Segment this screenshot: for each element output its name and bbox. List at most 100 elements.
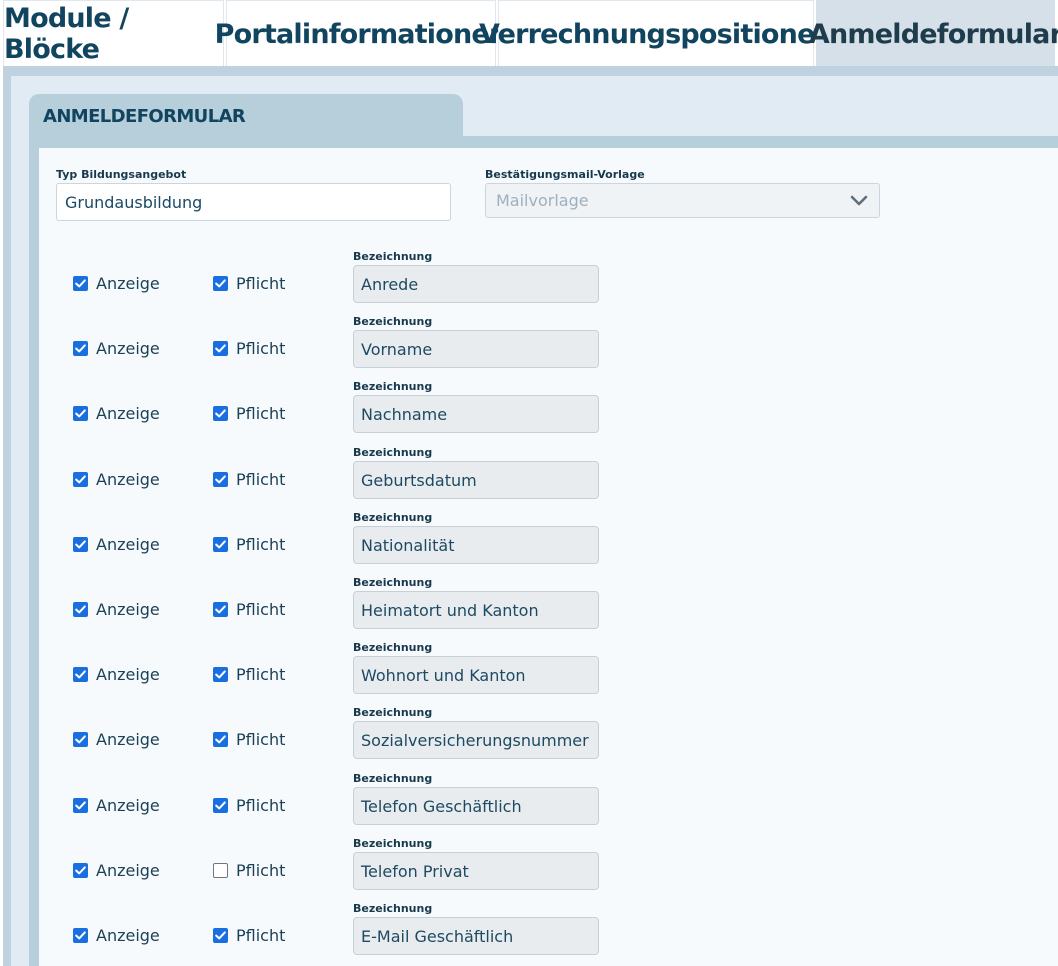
pflicht-label: Pflicht <box>236 535 286 554</box>
pflicht-checkbox-group[interactable]: Pflicht <box>213 535 285 554</box>
field-list: Anzeige Pflicht Bezeichnung Anrede Anzeige Pf… <box>0 250 620 966</box>
anzeige-label: Anzeige <box>96 730 160 749</box>
field-row: Anzeige Pflicht Bezeichnung Telefon Geschäf… <box>0 772 620 832</box>
bezeichnung-input[interactable]: Telefon Geschäftlich <box>353 787 599 825</box>
pflicht-checkbox-group[interactable]: Pflicht <box>213 796 285 815</box>
anzeige-checkbox-group[interactable]: Anzeige <box>73 665 160 684</box>
pflicht-checkbox-group[interactable]: Pflicht <box>213 339 285 358</box>
field-row: Anzeige Pflicht Bezeichnung Heimatort und K… <box>0 576 620 636</box>
pflicht-checkbox-group[interactable]: Pflicht <box>213 730 285 749</box>
anzeige-checkbox[interactable] <box>73 537 88 552</box>
anzeige-checkbox-group[interactable]: Anzeige <box>73 600 160 619</box>
pflicht-label: Pflicht <box>236 796 286 815</box>
pflicht-label: Pflicht <box>236 600 286 619</box>
pflicht-checkbox[interactable] <box>213 537 228 552</box>
bezeichnung-input[interactable]: Nationalität <box>353 526 599 564</box>
anzeige-checkbox[interactable] <box>73 472 88 487</box>
chevron-down-icon <box>849 191 869 211</box>
pflicht-checkbox-group[interactable]: Pflicht <box>213 600 285 619</box>
bezeichnung-label: Bezeichnung <box>353 772 433 785</box>
anzeige-label: Anzeige <box>96 404 160 423</box>
bezeichnung-label: Bezeichnung <box>353 576 433 589</box>
pflicht-checkbox-group[interactable]: Pflicht <box>213 404 285 423</box>
pflicht-label: Pflicht <box>236 926 286 945</box>
pflicht-label: Pflicht <box>236 339 286 358</box>
field-row: Anzeige Pflicht Bezeichnung Vorname <box>0 315 620 375</box>
pflicht-checkbox-group[interactable]: Pflicht <box>213 665 285 684</box>
anzeige-checkbox-group[interactable]: Anzeige <box>73 404 160 423</box>
pflicht-checkbox-group[interactable]: Pflicht <box>213 274 285 293</box>
anzeige-label: Anzeige <box>96 665 160 684</box>
anzeige-checkbox[interactable] <box>73 667 88 682</box>
tab-anmeldeformular[interactable]: Anmeldeformular <box>809 0 1058 67</box>
bezeichnung-label: Bezeichnung <box>353 315 433 328</box>
bestaetigungsmail-vorlage-label: Bestätigungsmail-Vorlage <box>485 168 645 181</box>
typ-bildungsangebot-label: Typ Bildungsangebot <box>56 168 187 181</box>
pflicht-checkbox[interactable] <box>213 276 228 291</box>
anzeige-label: Anzeige <box>96 535 160 554</box>
anzeige-checkbox[interactable] <box>73 406 88 421</box>
field-row: Anzeige Pflicht Bezeichnung Anrede <box>0 250 620 310</box>
bezeichnung-input[interactable]: Anrede <box>353 265 599 303</box>
bezeichnung-label: Bezeichnung <box>353 902 433 915</box>
section-title: ANMELDEFORMULAR <box>43 106 246 127</box>
field-row: Anzeige Pflicht Bezeichnung Telefon Privat <box>0 837 620 897</box>
bezeichnung-input[interactable]: Heimatort und Kanton <box>353 591 599 629</box>
field-row: Anzeige Pflicht Bezeichnung Sozialversicher… <box>0 706 620 766</box>
bezeichnung-label: Bezeichnung <box>353 250 433 263</box>
pflicht-checkbox[interactable] <box>213 472 228 487</box>
anzeige-checkbox-group[interactable]: Anzeige <box>73 535 160 554</box>
tab-verrechnungspositionen[interactable]: Verrechnungspositionen <box>479 0 834 67</box>
field-row: Anzeige Pflicht Bezeichnung Wohnort und Kan… <box>0 641 620 701</box>
anzeige-checkbox[interactable] <box>73 732 88 747</box>
anzeige-checkbox-group[interactable]: Anzeige <box>73 339 160 358</box>
anzeige-checkbox[interactable] <box>73 928 88 943</box>
anzeige-checkbox-group[interactable]: Anzeige <box>73 796 160 815</box>
pflicht-checkbox-group[interactable]: Pflicht <box>213 926 285 945</box>
pflicht-checkbox[interactable] <box>213 798 228 813</box>
field-row: Anzeige Pflicht Bezeichnung Nachname <box>0 380 620 440</box>
anzeige-checkbox[interactable] <box>73 863 88 878</box>
pflicht-checkbox[interactable] <box>213 406 228 421</box>
tab-module-bloecke[interactable]: Module / Blöcke <box>3 0 224 67</box>
pflicht-label: Pflicht <box>236 861 286 880</box>
pflicht-checkbox[interactable] <box>213 602 228 617</box>
anzeige-checkbox[interactable] <box>73 602 88 617</box>
field-row: Anzeige Pflicht Bezeichnung E-Mail Geschäft… <box>0 902 620 962</box>
bezeichnung-input[interactable]: Sozialversicherungsnummer <box>353 721 599 759</box>
pflicht-label: Pflicht <box>236 470 286 489</box>
pflicht-checkbox[interactable] <box>213 667 228 682</box>
anzeige-checkbox[interactable] <box>73 276 88 291</box>
pflicht-checkbox[interactable] <box>213 341 228 356</box>
bezeichnung-label: Bezeichnung <box>353 511 433 524</box>
pflicht-label: Pflicht <box>236 404 286 423</box>
pflicht-checkbox[interactable] <box>213 863 228 878</box>
anzeige-label: Anzeige <box>96 926 160 945</box>
mailvorlage-select[interactable]: Mailvorlage <box>485 183 880 218</box>
pflicht-label: Pflicht <box>236 274 286 293</box>
bezeichnung-label: Bezeichnung <box>353 706 433 719</box>
bezeichnung-label: Bezeichnung <box>353 446 433 459</box>
pflicht-checkbox[interactable] <box>213 928 228 943</box>
field-row: Anzeige Pflicht Bezeichnung Nationalität <box>0 511 620 571</box>
pflicht-checkbox[interactable] <box>213 732 228 747</box>
anzeige-checkbox-group[interactable]: Anzeige <box>73 926 160 945</box>
anzeige-checkbox[interactable] <box>73 798 88 813</box>
bezeichnung-input[interactable]: Telefon Privat <box>353 852 599 890</box>
anzeige-checkbox-group[interactable]: Anzeige <box>73 470 160 489</box>
anzeige-checkbox-group[interactable]: Anzeige <box>73 274 160 293</box>
bezeichnung-input[interactable]: E-Mail Geschäftlich <box>353 917 599 955</box>
bezeichnung-input[interactable]: Geburtsdatum <box>353 461 599 499</box>
pflicht-checkbox-group[interactable]: Pflicht <box>213 470 285 489</box>
field-row: Anzeige Pflicht Bezeichnung Geburtsdatum <box>0 446 620 506</box>
anzeige-label: Anzeige <box>96 796 160 815</box>
bezeichnung-input[interactable]: Nachname <box>353 395 599 433</box>
anzeige-checkbox-group[interactable]: Anzeige <box>73 730 160 749</box>
bezeichnung-input[interactable]: Wohnort und Kanton <box>353 656 599 694</box>
anzeige-checkbox[interactable] <box>73 341 88 356</box>
anzeige-checkbox-group[interactable]: Anzeige <box>73 861 160 880</box>
bezeichnung-input[interactable]: Vorname <box>353 330 599 368</box>
tab-portalinformationen[interactable]: Portalinformationen <box>215 0 508 67</box>
typ-bildungsangebot-input[interactable]: Grundausbildung <box>56 183 451 221</box>
pflicht-checkbox-group[interactable]: Pflicht <box>213 861 285 880</box>
